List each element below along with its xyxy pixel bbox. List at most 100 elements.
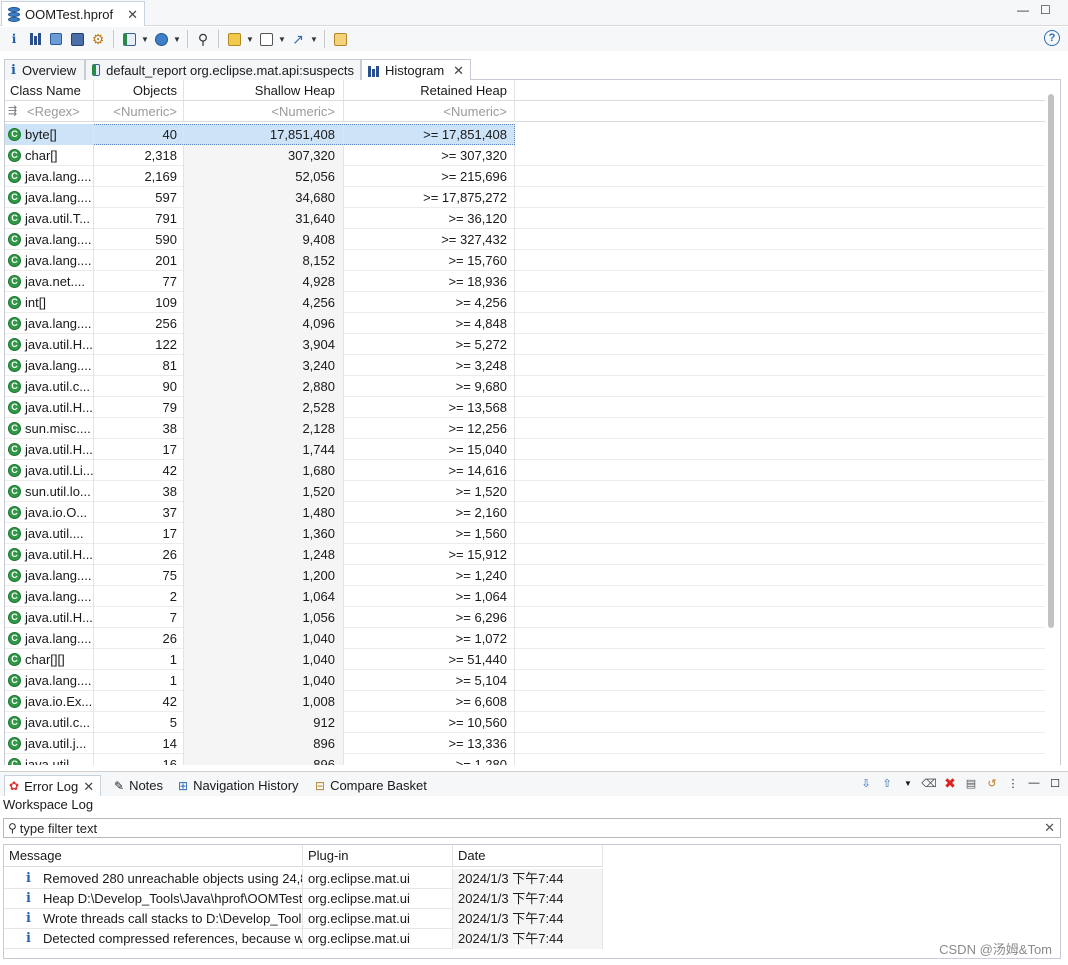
dominator-tree-icon[interactable]	[47, 30, 65, 48]
export-icon[interactable]: ↗	[289, 30, 307, 48]
tab-default-report[interactable]: default_report org.eclipse.mat.api:suspe…	[85, 59, 361, 80]
close-icon[interactable]: ✕	[453, 64, 464, 77]
column-header-objects[interactable]: Objects	[94, 80, 184, 101]
search-icon[interactable]: ⚲	[194, 30, 212, 48]
table-row[interactable]: Cjava.lang.... 2,169 52,056 >= 215,696	[5, 166, 1045, 187]
table-row[interactable]: Cjava.lang.... 26 1,040 >= 1,072	[5, 628, 1045, 649]
oql-icon[interactable]	[68, 30, 86, 48]
log-row[interactable]: i Removed 280 unreachable objects using 2…	[4, 869, 603, 889]
table-row[interactable]: Cjava.util.c... 90 2,880 >= 9,680	[5, 376, 1045, 397]
table-row[interactable]: Cjava.util.H... 79 2,528 >= 13,568	[5, 397, 1045, 418]
table-row[interactable]: Csun.util.lo... 38 1,520 >= 1,520	[5, 481, 1045, 502]
histogram-icon[interactable]	[26, 30, 44, 48]
chevron-down-icon[interactable]: ▼	[278, 35, 286, 44]
export-log-icon[interactable]: ⇩	[859, 776, 873, 790]
table-row[interactable]: Cjava.util.... 16 896 >= 1,280	[5, 754, 1045, 765]
clear-filter-icon[interactable]: ✕	[1044, 820, 1055, 836]
table-row[interactable]: Cint[] 109 4,256 >= 4,256	[5, 292, 1045, 313]
table-row[interactable]: Cjava.lang.... 256 4,096 >= 4,848	[5, 313, 1045, 334]
chevron-down-icon[interactable]: ▼	[901, 776, 915, 790]
tab-navigation-history[interactable]: ⊞ Navigation History	[178, 775, 299, 796]
table-row[interactable]: Cchar[][] 1 1,040 >= 51,440	[5, 649, 1045, 670]
table-row[interactable]: Cjava.lang.... 2 1,064 >= 1,064	[5, 586, 1045, 607]
table-row[interactable]: Cjava.lang.... 1 1,040 >= 5,104	[5, 670, 1045, 691]
column-header-plug-in[interactable]: Plug-in	[303, 845, 453, 867]
table-row[interactable]: Cjava.util.H... 17 1,744 >= 15,040	[5, 439, 1045, 460]
maximize-icon[interactable]: ☐	[1040, 4, 1051, 16]
close-icon[interactable]: ✕	[83, 780, 94, 793]
filter-retained-heap-text: <Numeric>	[443, 104, 507, 119]
filter-objects[interactable]: <Numeric>	[94, 101, 184, 122]
view-menu-icon[interactable]: ⋮	[1006, 776, 1020, 790]
table-row[interactable]: Cjava.lang.... 75 1,200 >= 1,240	[5, 565, 1045, 586]
cell-retained-heap-text: >= 14,616	[448, 463, 507, 478]
clear-log-icon[interactable]: ⌫	[921, 776, 937, 790]
cell-class-name-text: java.io.O...	[25, 505, 88, 520]
table-row[interactable]: Cjava.util.H... 122 3,904 >= 5,272	[5, 334, 1045, 355]
column-header-message[interactable]: Message	[4, 845, 303, 867]
gear-icon[interactable]: ⚙	[89, 30, 107, 48]
editor-tab-oomtest[interactable]: OOMTest.hprof ✕	[1, 1, 145, 26]
chevron-down-icon[interactable]: ▼	[173, 35, 181, 44]
cell-plug-in-text: org.eclipse.mat.ui	[308, 891, 410, 906]
vertical-scrollbar[interactable]	[1048, 94, 1054, 628]
filter-input[interactable]	[16, 819, 1027, 837]
table-row[interactable]: Cjava.io.Ex... 42 1,008 >= 6,608	[5, 691, 1045, 712]
tab-label: Error Log	[24, 778, 79, 794]
heap-dump-query-icon[interactable]	[152, 30, 170, 48]
basket-icon[interactable]	[331, 30, 349, 48]
table-row[interactable]: Cjava.lang.... 597 34,680 >= 17,875,272	[5, 187, 1045, 208]
cell-shallow-heap-text: 9,408	[302, 232, 335, 247]
column-header-retained-heap[interactable]: Retained Heap	[344, 80, 515, 101]
maximize-icon[interactable]: ☐	[1048, 776, 1062, 790]
table-row[interactable]: Cjava.util.Li... 42 1,680 >= 14,616	[5, 460, 1045, 481]
tab-overview[interactable]: i Overview	[4, 59, 85, 80]
chevron-down-icon[interactable]: ▼	[246, 35, 254, 44]
chevron-down-icon[interactable]: ▼	[310, 35, 318, 44]
cell-class-name: Cjava.util.H...	[5, 334, 94, 355]
table-row[interactable]: Cjava.lang.... 81 3,240 >= 3,248	[5, 355, 1045, 376]
cell-plug-in-text: org.eclipse.mat.ui	[308, 931, 410, 946]
minimize-icon[interactable]: —	[1017, 4, 1029, 16]
import-log-icon[interactable]: ⇧	[880, 776, 894, 790]
table-row[interactable]: Cjava.util.H... 7 1,056 >= 6,296	[5, 607, 1045, 628]
table-row[interactable]: Cbyte[] 40 17,851,408 >= 17,851,408	[5, 124, 515, 145]
delete-log-icon[interactable]: ✖	[943, 775, 957, 791]
table-row[interactable]: Cjava.io.O... 37 1,480 >= 2,160	[5, 502, 1045, 523]
table-row[interactable]: Cchar[] 2,318 307,320 >= 307,320	[5, 145, 1045, 166]
table-row[interactable]: Cjava.net.... 77 4,928 >= 18,936	[5, 271, 1045, 292]
tab-histogram[interactable]: Histogram ✕	[361, 59, 471, 81]
filter-shallow-heap[interactable]: <Numeric>	[184, 101, 344, 122]
calculator-icon[interactable]	[257, 30, 275, 48]
chevron-down-icon[interactable]: ▼	[141, 35, 149, 44]
help-icon[interactable]: ?	[1044, 30, 1060, 46]
tab-notes[interactable]: ✎ Notes	[114, 775, 163, 796]
restore-log-icon[interactable]: ↺	[985, 776, 999, 790]
table-row[interactable]: Cjava.util.c... 5 912 >= 10,560	[5, 712, 1045, 733]
column-header-date[interactable]: Date	[453, 845, 603, 867]
minimize-icon[interactable]: —	[1027, 776, 1041, 790]
log-row[interactable]: i Detected compressed references, because…	[4, 929, 603, 949]
log-row[interactable]: i Heap D:\Develop_Tools\Java\hprof\OOMTes…	[4, 889, 603, 909]
table-row[interactable]: Cjava.lang.... 201 8,152 >= 15,760	[5, 250, 1045, 271]
table-row[interactable]: Cjava.lang.... 590 9,408 >= 327,432	[5, 229, 1045, 250]
table-row[interactable]: Csun.misc.... 38 2,128 >= 12,256	[5, 418, 1045, 439]
column-header-shallow-heap[interactable]: Shallow Heap	[184, 80, 344, 101]
log-row[interactable]: i Wrote threads call stacks to D:\Develop…	[4, 909, 603, 929]
tab-compare-basket[interactable]: ⊟ Compare Basket	[315, 775, 427, 796]
filter-class-name[interactable]: ⇶ <Regex>	[5, 101, 94, 122]
table-row[interactable]: Cjava.util.T... 791 31,640 >= 36,120	[5, 208, 1045, 229]
table-row[interactable]: Cjava.util.... 17 1,360 >= 1,560	[5, 523, 1045, 544]
close-icon[interactable]: ✕	[127, 8, 138, 21]
info-icon[interactable]: i	[5, 30, 23, 48]
table-row[interactable]: Cjava.util.j... 14 896 >= 13,336	[5, 733, 1045, 754]
filter-retained-heap[interactable]: <Numeric>	[344, 101, 515, 122]
run-report-icon[interactable]	[120, 30, 138, 48]
group-by-icon[interactable]	[225, 30, 243, 48]
open-log-icon[interactable]: ▤	[964, 776, 978, 790]
table-row[interactable]: Cjava.util.H... 26 1,248 >= 15,912	[5, 544, 1045, 565]
tab-error-log[interactable]: ✿ Error Log ✕	[4, 775, 102, 796]
column-header-class-name[interactable]: Class Name	[5, 80, 94, 101]
cell-shallow-heap: 2,528	[184, 397, 344, 418]
cell-class-name-text: java.io.Ex...	[25, 694, 93, 709]
